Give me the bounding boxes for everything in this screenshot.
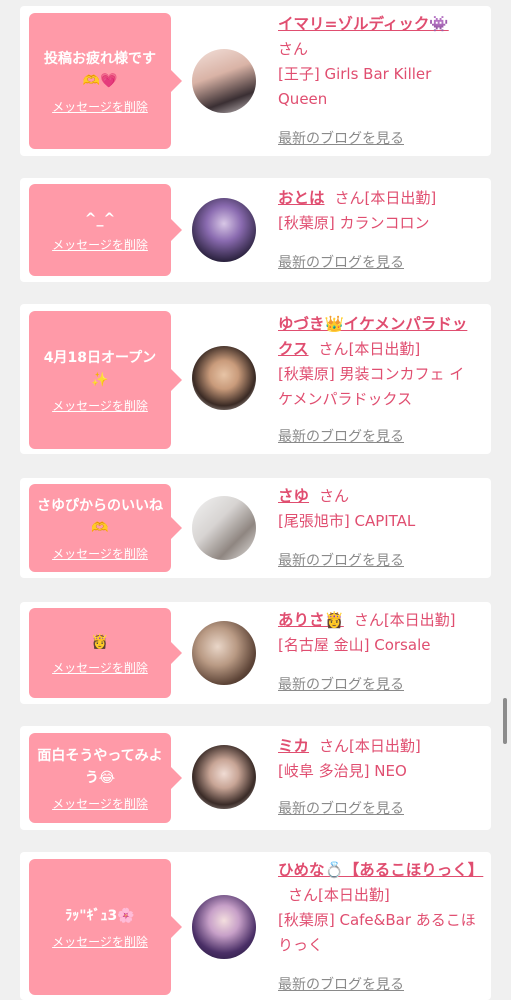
latest-blog-link[interactable]: 最新のブログを見る [278,252,404,272]
profile-info: イマリ=ゾルディック👾 さん [王子] Girls Bar Killer Que… [278,12,478,112]
post-card: ^_^ メッセージを削除 おとは さん[本日出勤] [秋葉原] カランコロン 最新… [20,178,491,282]
message-text: 👸 [91,633,109,650]
latest-blog-link[interactable]: 最新のブログを見る [278,426,404,446]
work-status: [本日出勤] [349,737,421,755]
profile-info: さゆ さん [尾張旭市] CAPITAL [278,484,478,534]
delete-message-link[interactable]: メッセージを削除 [52,545,148,562]
post-card: 4月18日オープン✨ メッセージを削除 ゆづき👑イケメンパラドックス さん[本日出… [20,304,491,454]
message-bubble: 4月18日オープン✨ メッセージを削除 [29,311,182,449]
cast-name-link[interactable]: おとは [278,189,325,207]
san-label: さん [319,487,350,505]
message-text: ^_^ [84,210,116,227]
work-status: [本日出勤] [348,340,421,358]
avatar[interactable] [192,198,256,262]
san-label: さん [319,737,350,755]
avatar[interactable] [192,621,256,685]
san-label: さん [278,40,309,58]
delete-message-link[interactable]: メッセージを削除 [52,933,148,950]
message-text: さゆぴからのいいね🫶 [37,497,163,536]
cast-name-link[interactable]: ひめな💍【あるこほりっく】 [278,861,483,879]
post-card: ﾗｯ"ｷﾞｭ3🌸 メッセージを削除 ひめな💍【あるこほりっく】さん[本日出勤] … [20,852,491,1000]
latest-blog-link[interactable]: 最新のブログを見る [278,798,404,818]
message-bubble: さゆぴからのいいね🫶 メッセージを削除 [29,484,182,572]
delete-message-link[interactable]: メッセージを削除 [52,397,148,414]
message-bubble: ﾗｯ"ｷﾞｭ3🌸 メッセージを削除 [29,859,182,995]
post-card: 面白そうやってみよう😂 メッセージを削除 ミカ さん[本日出勤] [岐阜 多治見]… [20,726,491,830]
message-bubble: 面白そうやってみよう😂 メッセージを削除 [29,733,182,823]
cast-name-link[interactable]: さゆ [278,487,309,505]
avatar[interactable] [192,496,256,560]
latest-blog-link[interactable]: 最新のブログを見る [278,974,404,994]
shop-name: [名古屋 金山] Corsale [278,636,431,654]
message-text: 4月18日オープン✨ [43,349,157,388]
avatar[interactable] [192,895,256,959]
scrollbar[interactable] [503,698,507,744]
shop-name: [秋葉原] カランコロン [278,214,430,232]
shop-name: [秋葉原] 男装コンカフェ イケメンパラドックス [278,365,465,408]
san-label: さん [288,886,319,904]
avatar[interactable] [192,346,256,410]
delete-message-link[interactable]: メッセージを削除 [52,795,148,812]
san-label: さん [318,340,349,358]
profile-info: おとは さん[本日出勤] [秋葉原] カランコロン [278,186,478,236]
profile-info: ミカ さん[本日出勤] [岐阜 多治見] NEO [278,734,478,784]
avatar[interactable] [192,49,256,113]
cast-name-link[interactable]: ありさ👸 [278,611,344,629]
cast-name-link[interactable]: イマリ=ゾルディック👾 [278,15,449,33]
message-text: ﾗｯ"ｷﾞｭ3🌸 [65,907,135,924]
post-card: 👸 メッセージを削除 ありさ👸 さん[本日出勤] [名古屋 金山] Corsale… [20,602,491,704]
work-status: [本日出勤] [364,189,437,207]
san-label: さん [353,611,384,629]
latest-blog-link[interactable]: 最新のブログを見る [278,128,404,148]
message-text: 投稿お疲れ様です🫶💗 [44,50,156,89]
message-bubble: ^_^ メッセージを削除 [29,184,182,276]
profile-info: ありさ👸 さん[本日出勤] [名古屋 金山] Corsale [278,608,478,658]
message-bubble: 投稿お疲れ様です🫶💗 メッセージを削除 [29,13,182,149]
post-card: 投稿お疲れ様です🫶💗 メッセージを削除 イマリ=ゾルディック👾 さん [王子] … [20,6,491,156]
message-text: 面白そうやってみよう😂 [37,747,163,786]
profile-info: ゆづき👑イケメンパラドックス さん[本日出勤] [秋葉原] 男装コンカフェ イケメ… [278,312,478,412]
latest-blog-link[interactable]: 最新のブログを見る [278,550,404,570]
cast-name-link[interactable]: ミカ [278,737,309,755]
work-status: [本日出勤] [318,886,390,904]
work-status: [本日出勤] [383,611,456,629]
shop-name: [尾張旭市] CAPITAL [278,512,416,530]
san-label: さん [334,189,365,207]
shop-name: [岐阜 多治見] NEO [278,762,407,780]
avatar[interactable] [192,745,256,809]
delete-message-link[interactable]: メッセージを削除 [52,659,148,676]
delete-message-link[interactable]: メッセージを削除 [52,236,148,253]
latest-blog-link[interactable]: 最新のブログを見る [278,674,404,694]
post-card: さゆぴからのいいね🫶 メッセージを削除 さゆ さん [尾張旭市] CAPITAL … [20,478,491,578]
delete-message-link[interactable]: メッセージを削除 [52,98,148,115]
profile-info: ひめな💍【あるこほりっく】さん[本日出勤] [秋葉原] Cafe&Bar あるこ… [278,858,483,958]
shop-name: [王子] Girls Bar Killer Queen [278,65,432,108]
shop-name: [秋葉原] Cafe&Bar あるこほりっく [278,911,476,954]
message-bubble: 👸 メッセージを削除 [29,608,182,698]
